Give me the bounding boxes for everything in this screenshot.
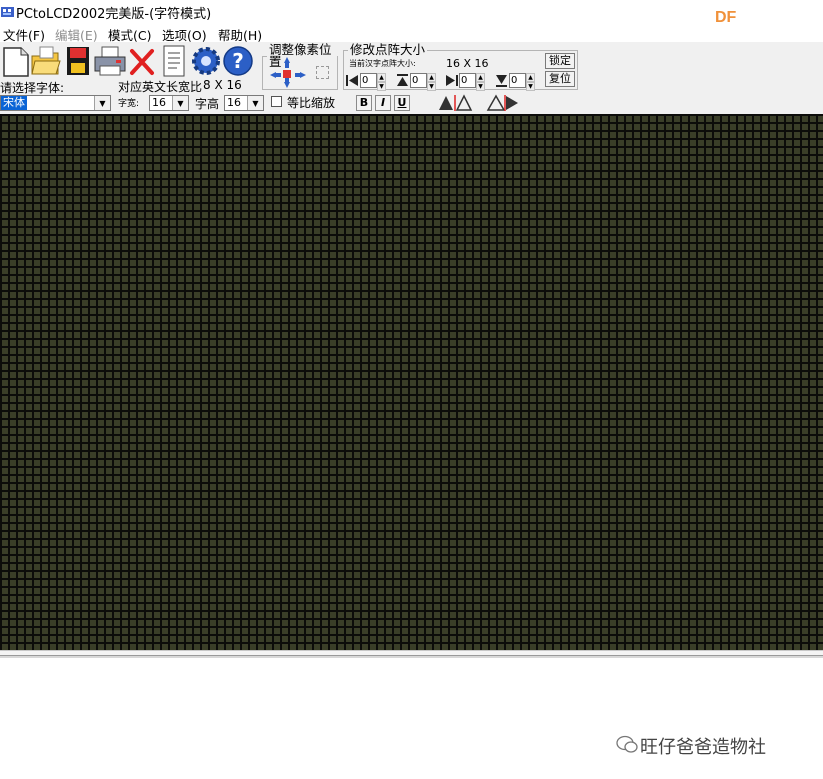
spinner-left-value[interactable]: 0 [360,73,377,88]
reset-button[interactable]: 复位 [545,71,575,87]
toolbar: ? 请选择字体: 对应英文长宽比 8 X 16 宋体 ▼ 字宽: 16 ▼ 字高… [0,42,823,114]
spinner-bottom: 0 ▲ ▼ [494,73,535,91]
dot-matrix-canvas[interactable] [0,114,823,650]
bold-button[interactable]: B [356,95,372,111]
shrink-bottom-icon [496,75,507,87]
settings-gear-icon[interactable] [190,44,222,78]
ratio-label: 对应英文长宽比 [118,80,203,94]
menu-bar: 文件(F) 编辑(E) 模式(C) 选项(O) 帮助(H) [0,24,823,43]
ratio-value: 8 X 16 [203,78,242,92]
spinner-top-updown[interactable]: ▲ ▼ [427,73,436,91]
height-label: 字高 [195,97,220,111]
pixel-reset-icon[interactable] [316,66,329,79]
mirror-vertical-icon[interactable] [484,94,520,112]
spinner-bottom-updown[interactable]: ▲ ▼ [526,73,535,91]
current-size-label: 当前汉字点阵大小: [349,59,416,68]
font-select[interactable]: 宋体 ▼ [0,95,111,111]
mirror-horizontal-icon[interactable] [437,94,473,112]
help-icon[interactable]: ? [222,44,254,78]
width-select[interactable]: 16 ▼ [149,95,189,111]
spinner-right-value[interactable]: 0 [459,73,476,88]
height-select-value: 16 [227,96,241,109]
matrix-size-legend: 修改点阵大小 [350,42,426,57]
width-label: 字宽: [118,99,140,109]
new-icon[interactable] [1,44,31,78]
shrink-top-icon [397,74,408,86]
lock-button[interactable]: 锁定 [545,53,575,69]
document-icon[interactable] [160,44,188,78]
open-icon[interactable] [30,44,62,78]
proportional-checkbox[interactable] [271,96,282,107]
shrink-left-icon [346,75,358,86]
spinner-right-updown[interactable]: ▲ ▼ [476,73,485,91]
italic-button[interactable]: I [375,95,391,111]
title-bar: PCtoLCD2002完美版-(字符模式) DF [0,0,823,26]
spinner-left: 0 ▲ ▼ [345,73,386,91]
shrink-right-icon [446,75,458,86]
svg-text:?: ? [232,49,244,73]
proportional-label: 等比缩放 [287,96,336,110]
print-icon[interactable] [93,44,127,78]
window-title: PCtoLCD2002完美版-(字符模式) [16,7,212,22]
spinner-top: 0 ▲ ▼ [395,73,436,91]
underline-button[interactable]: U [394,95,410,111]
save-icon[interactable] [64,44,92,78]
font-select-value: 宋体 [1,96,27,110]
delete-icon[interactable] [128,44,156,78]
current-size-value: 16 X 16 [446,57,489,70]
watermark-brand: 旺仔爸爸造物社 [640,737,766,758]
app-icon [1,7,14,17]
font-select-label: 请选择字体: [0,81,65,95]
spinner-bottom-value[interactable]: 0 [509,73,526,88]
pixel-arrows-icon[interactable] [268,55,308,89]
chevron-down-icon[interactable]: ▼ [172,96,188,110]
wechat-watermark-icon [616,735,638,753]
height-select[interactable]: 16 ▼ [224,95,264,111]
chevron-down-icon[interactable]: ▼ [247,96,263,110]
chevron-down-icon[interactable]: ▼ [94,96,110,110]
spinner-left-updown[interactable]: ▲ ▼ [377,73,386,91]
output-textarea[interactable] [0,656,823,779]
spinner-right: 0 ▲ ▼ [444,73,485,91]
spinner-top-value[interactable]: 0 [410,73,427,88]
width-select-value: 16 [152,96,166,109]
